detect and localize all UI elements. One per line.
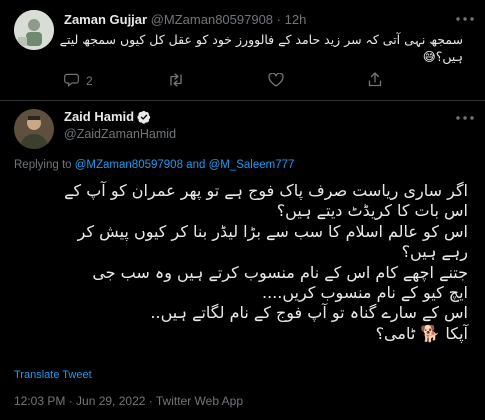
replying-to-and: and — [186, 159, 206, 171]
reply-text-line: ہیں؟😅 — [422, 49, 463, 64]
reply-handle[interactable]: @MZaman80597908 — [151, 12, 273, 27]
like-icon[interactable] — [267, 72, 285, 88]
reply-time-separator: · — [276, 12, 281, 27]
main-tweet: Zaid Hamid @ZaidZamanHamid Replying to @… — [0, 101, 485, 420]
reply-time[interactable]: 12h — [285, 12, 307, 27]
tweet-body-line: اس کو عالم اسلام کا سب سے بڑا لیڈر بنا ک… — [77, 221, 468, 241]
verified-badge-icon — [137, 110, 151, 124]
share-icon[interactable] — [366, 71, 384, 88]
tweet-body-line: جتنے اچھے کام اس کے نام منسوب کرتے ہیں و… — [92, 262, 468, 282]
reply-more-options-icon[interactable] — [454, 10, 476, 28]
tweet-body-line: اس بات کا کریڈٹ دیتے ہیں؟ — [276, 201, 468, 221]
main-author-avatar[interactable] — [14, 109, 54, 149]
reply-tweet-text: سمجھ نہی آتی کہ سر زید حامد کے فالوورز خ… — [59, 31, 463, 65]
tweet-timestamp[interactable]: 12:03 PM · Jun 29, 2022 · Twitter Web Ap… — [14, 394, 243, 408]
main-display-name[interactable]: Zaid Hamid — [64, 109, 134, 124]
reply-text-line: سمجھ نہی آتی کہ سر زید حامد کے فالوورز خ… — [59, 32, 463, 47]
translate-tweet-link[interactable]: Translate Tweet — [14, 369, 92, 381]
main-tweet-body: اگر ساری ریاست صرف پاک فوج ہے تو پھر عمر… — [10, 181, 468, 344]
main-more-options-icon[interactable] — [454, 109, 476, 127]
reply-author-avatar[interactable] — [14, 10, 54, 50]
tweet-body-line: اگر ساری ریاست صرف پاک فوج ہے تو پھر عمر… — [64, 181, 468, 200]
replying-to-user-link[interactable]: @MZaman80597908 — [75, 159, 183, 171]
reply-tweet[interactable]: Zaman Gujjar @MZaman80597908 · 12h سمجھ … — [0, 0, 485, 100]
reply-author-line: Zaman Gujjar @MZaman80597908 · 12h — [64, 12, 306, 27]
replying-to-prefix: Replying to — [14, 159, 72, 171]
reply-reply-icon[interactable] — [62, 72, 80, 88]
replying-to-user-link[interactable]: @M_Saleem777 — [209, 159, 295, 171]
tweet-body-line: ایچ کیو کے نام منسوب کریں.... — [261, 283, 468, 303]
tweet-body-line: اس کے سارے گناہ تو آپ فوج کے نام لگاتے ہ… — [150, 303, 468, 323]
tweet-body-line: آپکا 🐕 ٹامی؟ — [375, 323, 468, 343]
main-author-name-row: Zaid Hamid — [64, 109, 151, 124]
main-handle[interactable]: @ZaidZamanHamid — [64, 127, 176, 141]
reply-display-name[interactable]: Zaman Gujjar — [64, 12, 147, 27]
replying-to-line: Replying to @MZaman80597908 and @M_Salee… — [14, 159, 294, 171]
tweet-body-line: رہے ہیں؟ — [401, 242, 468, 262]
reply-count: 2 — [86, 74, 93, 88]
retweet-icon[interactable] — [166, 72, 186, 88]
